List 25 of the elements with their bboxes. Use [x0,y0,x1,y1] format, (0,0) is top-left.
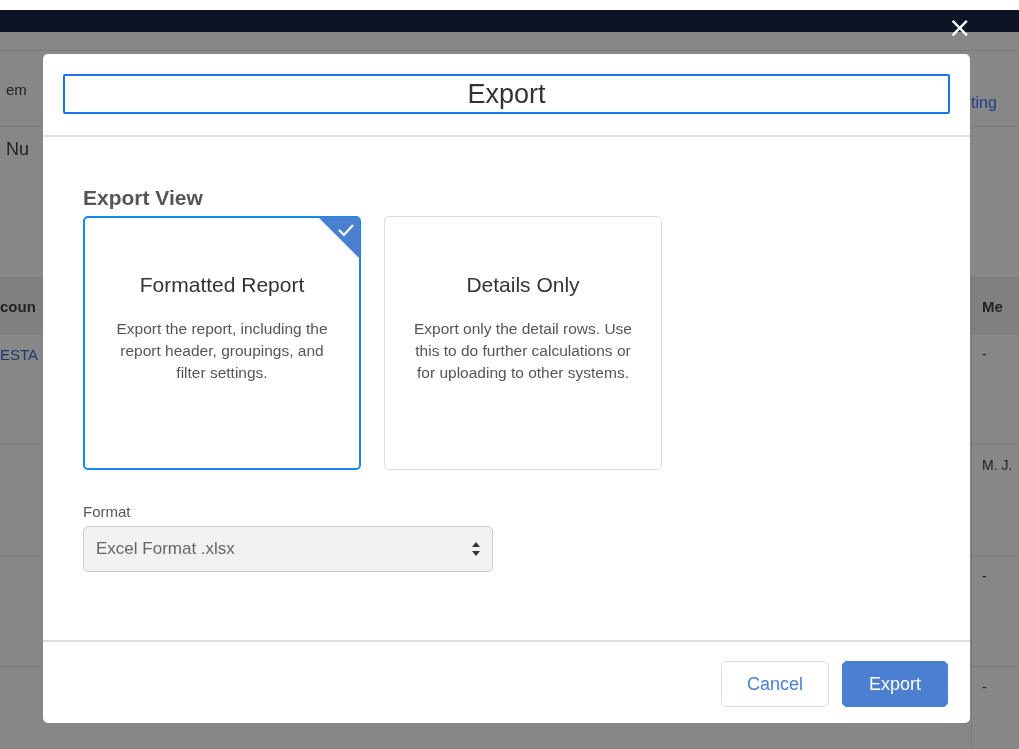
option-title: Formatted Report [138,273,306,297]
table-link[interactable]: ESTA [0,346,39,363]
table-text: - [982,346,987,362]
option-description: Export the report, including the report header, groupings, and filter settings. [115,319,329,383]
option-title: Details Only [465,273,581,297]
table-text: Nu [6,139,29,159]
table-text: - [982,679,987,695]
table-text: coun [0,298,36,315]
export-option-card[interactable]: Details Only Export only the detail rows. Use this to do further calculations or for uploading to other systems. [384,216,662,470]
table-text: - [982,568,987,584]
table-text: em [6,81,27,98]
table-text: Me [982,298,1003,315]
close-button[interactable]: × [946,14,974,42]
cancel-button[interactable]: Cancel [721,661,829,707]
option-description: Export only the detail rows. Use this to do further calculations or for uploading to other systems. [413,319,633,383]
up-down-arrows-icon [472,542,480,556]
table-link[interactable]: ting [971,94,997,111]
format-select[interactable]: Excel Format .xlsx [83,526,493,572]
table-text: M. J. [982,457,1013,473]
format-label: Format [83,503,132,520]
section-label: Export View [83,186,204,210]
export-option-card[interactable]: Formatted Report Export the report, including the report header, groupings, and filter settings. [83,216,361,470]
dialog-title: Export [63,74,950,114]
export-button[interactable]: Export [842,661,948,707]
checkmark-icon [318,217,360,259]
